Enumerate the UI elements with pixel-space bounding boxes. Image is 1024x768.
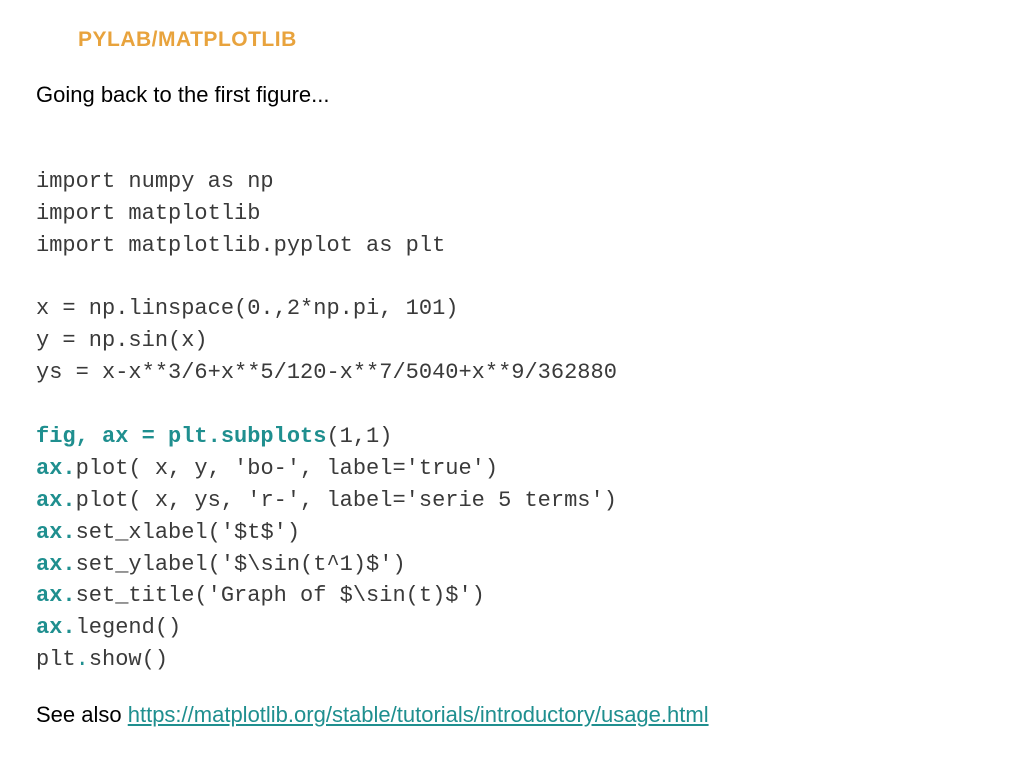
code-line: import numpy as np [36, 169, 274, 194]
code-highlight: . [76, 647, 89, 672]
code-block: import numpy as np import matplotlib imp… [36, 134, 988, 676]
code-highlight: ax. [36, 615, 76, 640]
code-highlight: ax. [36, 456, 76, 481]
intro-text: Going back to the first figure... [36, 82, 988, 108]
code-highlight: ax. [36, 488, 76, 513]
code-line: set_title('Graph of $\sin(t)$') [76, 583, 485, 608]
see-also: See also https://matplotlib.org/stable/t… [36, 702, 988, 728]
code-highlight: fig, ax = plt.subplots [36, 424, 326, 449]
code-line: legend() [76, 615, 182, 640]
code-line: set_ylabel('$\sin(t^1)$') [76, 552, 406, 577]
code-line: import matplotlib [36, 201, 260, 226]
code-highlight: ax. [36, 552, 76, 577]
code-line: ys = x-x**3/6+x**5/120-x**7/5040+x**9/36… [36, 360, 617, 385]
code-highlight: ax. [36, 583, 76, 608]
docs-link[interactable]: https://matplotlib.org/stable/tutorials/… [128, 702, 709, 727]
code-line: set_xlabel('$t$') [76, 520, 300, 545]
code-line: plot( x, ys, 'r-', label='serie 5 terms'… [76, 488, 617, 513]
code-line: plot( x, y, 'bo-', label='true') [76, 456, 498, 481]
code-line: y = np.sin(x) [36, 328, 208, 353]
code-line: (1,1) [326, 424, 392, 449]
code-line: plt [36, 647, 76, 672]
code-line: x = np.linspace(0.,2*np.pi, 101) [36, 296, 458, 321]
see-also-label: See also [36, 702, 128, 727]
code-line: import matplotlib.pyplot as plt [36, 233, 445, 258]
code-highlight: ax. [36, 520, 76, 545]
code-line: show() [89, 647, 168, 672]
section-title: PYLAB/MATPLOTLIB [78, 28, 988, 52]
